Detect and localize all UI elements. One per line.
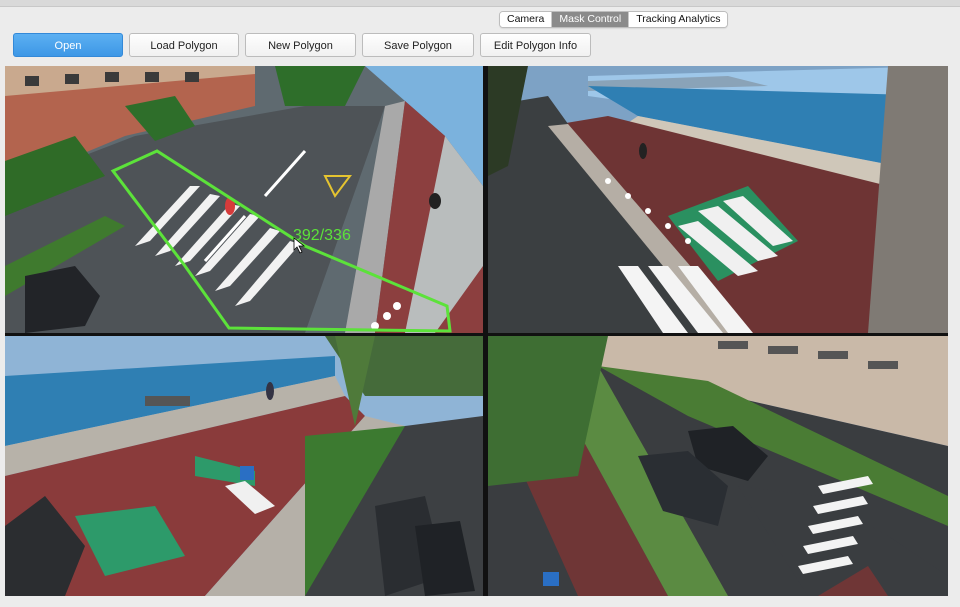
window-top-edge	[0, 0, 960, 7]
camera-grid: 392/336	[5, 66, 948, 596]
camera-feed-1[interactable]: 392/336	[5, 66, 483, 333]
toolbar: Open Load Polygon New Polygon Save Polyg…	[13, 33, 591, 57]
coordinate-readout: 392/336	[293, 227, 351, 244]
open-button[interactable]: Open	[13, 33, 123, 57]
view-mode-tabs: Camera Mask Control Tracking Analytics	[499, 11, 729, 28]
camera-feed-3[interactable]	[5, 336, 483, 596]
camera-3-image[interactable]	[5, 336, 483, 596]
tab-camera[interactable]: Camera	[500, 12, 553, 27]
tab-tracking-analytics[interactable]: Tracking Analytics	[629, 12, 728, 27]
camera-2-image[interactable]	[488, 66, 948, 333]
window-bottom-edge	[0, 596, 960, 607]
camera-1-image[interactable]: 392/336	[5, 66, 483, 333]
edit-polygon-info-button[interactable]: Edit Polygon Info	[480, 33, 591, 57]
tab-mask-control[interactable]: Mask Control	[552, 12, 630, 27]
load-polygon-button[interactable]: Load Polygon	[129, 33, 239, 57]
save-polygon-button[interactable]: Save Polygon	[362, 33, 474, 57]
camera-feed-2[interactable]	[488, 66, 948, 333]
new-polygon-button[interactable]: New Polygon	[245, 33, 356, 57]
camera-4-image[interactable]	[488, 336, 948, 596]
camera-feed-4[interactable]	[488, 336, 948, 596]
